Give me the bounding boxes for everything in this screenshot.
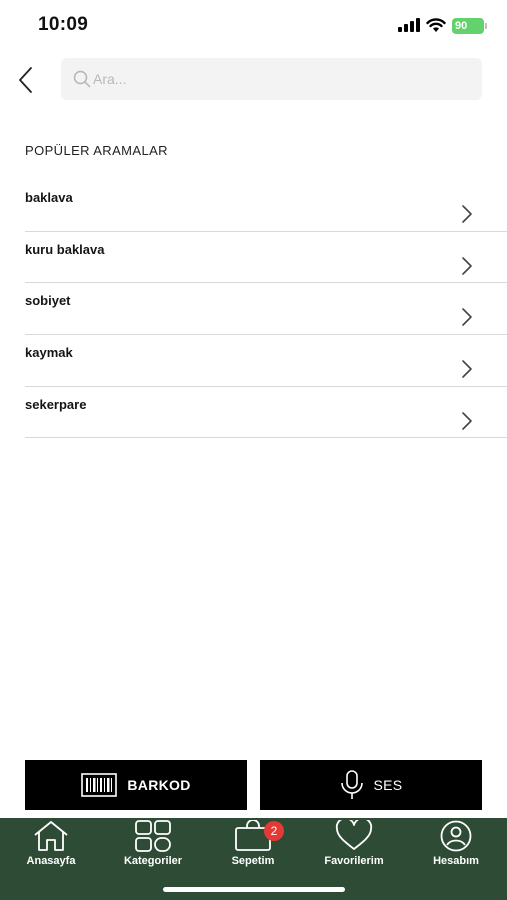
tab-categories[interactable]: Kategoriler	[108, 820, 198, 874]
action-row: BARKOD SES	[0, 760, 507, 810]
battery-nub	[485, 23, 487, 29]
barcode-button[interactable]: BARKOD	[25, 760, 247, 810]
tab-favorites[interactable]: Favorilerim	[309, 820, 399, 874]
tab-label: Favorilerim	[324, 855, 384, 867]
search-box[interactable]	[61, 58, 482, 100]
tab-label: Sepetim	[231, 855, 275, 867]
popular-search-label: kaymak	[25, 345, 73, 361]
popular-searches-title: POPÜLER ARAMALAR	[25, 143, 168, 158]
popular-search-item[interactable]: sobiyet	[25, 283, 507, 336]
voice-button-label: SES	[373, 777, 403, 793]
status-time: 10:09	[38, 14, 89, 35]
popular-searches-list: baklava kuru baklava sobiyet kaymak seke…	[25, 180, 507, 439]
user-icon	[440, 820, 472, 852]
wifi-icon	[426, 17, 446, 32]
tab-label: Hesabım	[433, 855, 479, 867]
home-indicator	[163, 887, 345, 892]
tab-cart[interactable]: 2 Sepetim	[208, 820, 298, 874]
cart-badge: 2	[264, 821, 284, 841]
chevron-right-icon	[462, 256, 472, 275]
search-icon	[73, 70, 91, 88]
tab-account[interactable]: Hesabım	[411, 820, 501, 874]
home-icon	[34, 821, 68, 851]
popular-search-label: sekerpare	[25, 396, 87, 412]
battery-indicator: 90	[452, 16, 487, 34]
chevron-left-icon	[19, 67, 32, 93]
popular-search-label: sobiyet	[25, 293, 71, 309]
popular-search-item[interactable]: kaymak	[25, 335, 507, 387]
heart-icon	[335, 820, 373, 850]
search-row	[0, 58, 507, 100]
status-bar: 10:09 90	[0, 0, 507, 50]
barcode-button-label: BARKOD	[127, 777, 191, 793]
status-icons: 90	[398, 16, 487, 34]
chevron-right-icon	[462, 205, 472, 223]
voice-button[interactable]: SES	[260, 760, 482, 810]
back-button[interactable]	[14, 66, 38, 94]
grid-icon	[135, 820, 171, 852]
barcode-icon	[81, 773, 118, 797]
popular-search-item[interactable]: sekerpare	[25, 387, 507, 439]
battery-level: 90	[452, 18, 484, 34]
popular-search-item[interactable]: kuru baklava	[25, 232, 507, 284]
chevron-right-icon	[462, 360, 472, 378]
chevron-right-icon	[462, 411, 472, 430]
tab-label: Anasayfa	[26, 855, 76, 867]
popular-search-item[interactable]: baklava	[25, 180, 507, 232]
chevron-right-icon	[462, 308, 472, 327]
tab-label: Kategoriler	[123, 855, 183, 867]
signal-icon	[398, 18, 420, 32]
tab-home[interactable]: Anasayfa	[6, 820, 96, 874]
search-input[interactable]	[93, 71, 453, 87]
popular-search-label: kuru baklava	[25, 241, 105, 257]
popular-search-label: baklava	[25, 190, 73, 205]
microphone-icon	[340, 770, 363, 799]
